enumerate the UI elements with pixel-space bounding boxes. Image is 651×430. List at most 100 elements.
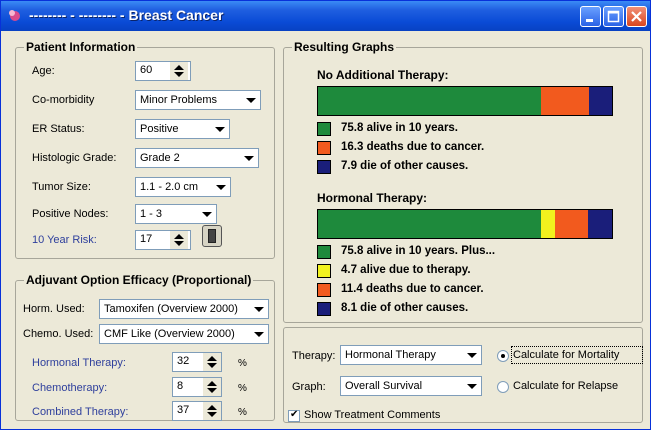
tumor-size-value: 1.1 - 2.0 cm	[140, 181, 199, 193]
age-spinner[interactable]	[170, 62, 188, 80]
patient-info-title: Patient Information	[24, 40, 138, 54]
chemo-used-select[interactable]: CMF Like (Overview 2000)	[99, 324, 269, 344]
graph-label: Graph:	[292, 381, 326, 393]
graph-value: Overall Survival	[345, 380, 423, 392]
show-comments-checkbox[interactable]	[288, 409, 300, 422]
comorbidity-label: Co-morbidity	[32, 94, 95, 106]
hormonal-bar-segment-0	[318, 210, 541, 238]
relapse-label[interactable]: Calculate for Relapse	[513, 380, 618, 392]
legend-swatch	[317, 245, 331, 259]
minimize-button[interactable]	[580, 6, 601, 27]
hormonal-bar-segment-1	[540, 210, 555, 238]
er-status-value: Positive	[140, 123, 179, 135]
chemo-efficacy-value: 8	[177, 380, 184, 392]
mortality-radio[interactable]	[497, 350, 509, 362]
hormonal-efficacy-label: Hormonal Therapy:	[32, 357, 126, 369]
chevron-down-icon	[212, 121, 228, 137]
er-status-select[interactable]: Positive	[135, 119, 230, 139]
hormonal-efficacy-value: 32	[177, 355, 190, 367]
combined-efficacy-label: Combined Therapy:	[32, 406, 129, 418]
chemo-spinner[interactable]	[203, 378, 221, 396]
er-status-label: ER Status:	[32, 123, 85, 135]
chevron-down-icon	[199, 206, 215, 222]
horm-used-value: Tamoxifen (Overview 2000)	[104, 303, 238, 315]
combined-pct: %	[238, 407, 247, 418]
therapy-label: Therapy:	[292, 350, 336, 362]
nodes-value: 1 - 3	[140, 208, 163, 220]
therapy-select[interactable]: Hormonal Therapy	[340, 345, 482, 365]
hormonal-therapy-bar	[317, 209, 613, 239]
chevron-down-icon	[243, 92, 259, 108]
legend-label: 11.4 deaths due to cancer.	[341, 283, 484, 295]
chevron-down-icon	[213, 179, 229, 195]
grade-label: Histologic Grade:	[32, 152, 117, 164]
risk-label: 10 Year Risk:	[32, 234, 97, 246]
no_therapy-bar-segment-2	[588, 87, 612, 115]
spin-down-icon	[174, 72, 184, 77]
spin-down-icon	[207, 363, 217, 368]
legend-label: 75.8 alive in 10 years. Plus...	[341, 245, 496, 257]
combined-efficacy-value: 37	[177, 404, 190, 416]
spin-up-icon	[207, 356, 217, 361]
legend-swatch	[317, 283, 331, 297]
spin-up-icon	[174, 65, 184, 70]
resulting-graphs-title: Resulting Graphs	[292, 40, 397, 54]
legend-label: 8.1 die of other causes.	[341, 302, 469, 314]
chemo-efficacy-label: Chemotherapy:	[32, 382, 108, 394]
chemo-used-value: CMF Like (Overview 2000)	[104, 328, 235, 340]
comorbidity-select[interactable]: Minor Problems	[135, 90, 261, 110]
nodes-label: Positive Nodes:	[32, 208, 109, 220]
spin-down-icon	[207, 388, 217, 393]
grade-value: Grade 2	[140, 152, 180, 164]
comorbidity-value: Minor Problems	[140, 94, 218, 106]
adjuvant-title: Adjuvant Option Efficacy (Proportional)	[24, 273, 254, 287]
title-bar[interactable]: -------- - -------- - Breast Cancer	[1, 1, 650, 31]
mortality-label[interactable]: Calculate for Mortality	[513, 349, 619, 361]
chevron-down-icon	[251, 326, 267, 342]
maximize-icon	[607, 10, 620, 23]
risk-calculator-button[interactable]	[202, 225, 222, 247]
legend-swatch	[317, 302, 331, 316]
chemo-used-label: Chemo. Used:	[23, 328, 94, 340]
grade-select[interactable]: Grade 2	[135, 148, 259, 168]
therapy-value: Hormonal Therapy	[345, 349, 436, 361]
no-therapy-bar	[317, 86, 613, 116]
legend-swatch	[317, 141, 331, 155]
age-label: Age:	[32, 65, 55, 77]
hormonal-therapy-title: Hormonal Therapy:	[317, 191, 428, 205]
relapse-radio[interactable]	[497, 381, 509, 393]
horm-used-label: Horm. Used:	[23, 303, 85, 315]
legend-swatch	[317, 160, 331, 174]
legend-label: 16.3 deaths due to cancer.	[341, 141, 485, 153]
nodes-select[interactable]: 1 - 3	[135, 204, 217, 224]
tumor-size-select[interactable]: 1.1 - 2.0 cm	[135, 177, 231, 197]
close-icon	[631, 11, 642, 22]
minimize-icon	[586, 19, 593, 22]
chemo-pct: %	[238, 383, 247, 394]
show-comments-label[interactable]: Show Treatment Comments	[304, 409, 440, 421]
hormonal-bar-segment-3	[588, 210, 612, 238]
calculator-icon	[208, 229, 216, 243]
spin-up-icon	[207, 405, 217, 410]
no-therapy-title: No Additional Therapy:	[317, 68, 449, 82]
spin-down-icon	[174, 241, 184, 246]
no_therapy-bar-segment-0	[318, 87, 541, 115]
close-button[interactable]	[626, 6, 647, 27]
app-window: -------- - -------- - Breast Cancer Pati…	[0, 0, 651, 430]
risk-spinner[interactable]	[170, 231, 188, 249]
spin-up-icon	[174, 234, 184, 239]
maximize-button[interactable]	[603, 6, 624, 27]
legend-label: 4.7 alive due to therapy.	[341, 264, 471, 276]
legend-swatch	[317, 122, 331, 136]
graph-select[interactable]: Overall Survival	[340, 376, 482, 396]
combined-spinner[interactable]	[203, 402, 221, 420]
horm-used-select[interactable]: Tamoxifen (Overview 2000)	[99, 299, 269, 319]
risk-value: 17	[140, 233, 153, 245]
chevron-down-icon	[241, 150, 257, 166]
chevron-down-icon	[464, 347, 480, 363]
hormonal-spinner[interactable]	[203, 353, 221, 371]
hormonal-bar-segment-2	[554, 210, 589, 238]
chevron-down-icon	[464, 378, 480, 394]
spin-down-icon	[207, 412, 217, 417]
legend-label: 7.9 die of other causes.	[341, 160, 469, 172]
